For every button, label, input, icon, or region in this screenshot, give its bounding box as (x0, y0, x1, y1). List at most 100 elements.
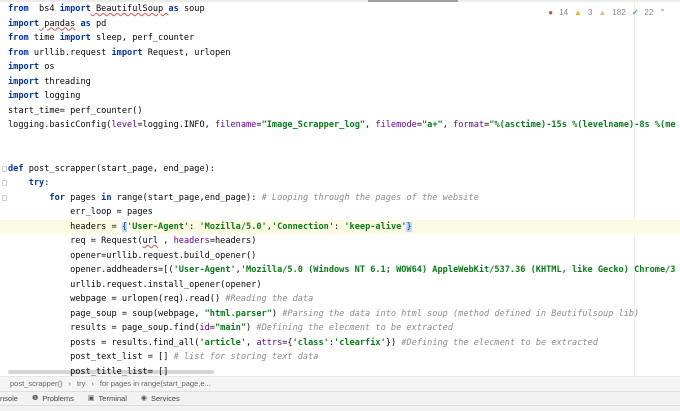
fold-marker-icon[interactable] (2, 180, 7, 186)
code-token: import (111, 47, 143, 58)
code-token: page_soup = soup(webpage, (8, 308, 205, 319)
code-token: pandas (39, 18, 76, 29)
code-token: : (334, 221, 345, 232)
code-token: "Image_Scrapper_log" (261, 120, 366, 130)
code-line[interactable]: import logging (0, 89, 680, 104)
code-token: import (8, 18, 40, 29)
code-token: 'class' (292, 337, 329, 348)
services-icon: ◉ (140, 394, 147, 402)
code-line[interactable]: start_time= perf_counter() (0, 104, 680, 119)
code-token: post_title_list= [] (8, 366, 169, 377)
code-token: import (59, 33, 91, 43)
code-token: 'User-Agent' (127, 221, 190, 232)
code-token: filemode (375, 120, 417, 130)
code-token: 'clearfix' (334, 337, 386, 348)
code-token: post_text_list = [] (8, 352, 174, 362)
code-token: pd (90, 18, 107, 29)
tool-label: Terminal (98, 393, 127, 403)
code-editor[interactable]: ● 14 ▲ 3 ▲ 182 ✓ 22 ⌃ from bs4 import Beauti… (0, 2, 680, 376)
code-token: 'Mozilla/5.0' (199, 221, 267, 232)
code-token: "a+" (422, 120, 443, 130)
tool-problems[interactable]: ❶ Problems (32, 392, 74, 405)
code-token: time (28, 33, 60, 43)
code-line[interactable]: try: (0, 176, 680, 191)
code-token: headers = (8, 221, 122, 232)
code-token: }) (385, 337, 402, 348)
code-token: opener.addheaders=[( (8, 265, 174, 275)
code-token: #Reading the data (225, 294, 314, 304)
code-token: } (406, 221, 412, 232)
code-token: import (8, 62, 40, 72)
code-token: req = Request( (8, 236, 143, 246)
code-line[interactable]: def post_scrapper(start_page, end_page): (0, 162, 680, 177)
code-line[interactable]: urllib.request.install_opener(opener) (0, 278, 680, 293)
code-token: webpage = urlopen(req).read() (8, 294, 226, 304)
tool-terminal[interactable]: ▣ Terminal (88, 392, 127, 405)
code-token: filename (214, 120, 257, 130)
code-token: range(start_page,end_page): (111, 192, 262, 203)
code-line[interactable]: from bs4 import BeautifulSoup as soup (0, 2, 680, 17)
code-token: posts = results.find_all( (8, 337, 200, 348)
code-token: def (8, 163, 24, 174)
code-line[interactable]: for pages in range(start_page,end_page):… (0, 191, 680, 206)
code-line[interactable]: page_soup = soup(webpage, "html.parser")… (0, 307, 680, 322)
code-line[interactable]: from urllib.request import Request, urlo… (0, 46, 680, 61)
code-token: # Looping through the pages of the websi… (261, 192, 479, 203)
code-line[interactable]: import threading (0, 75, 680, 90)
breadcrumb-try[interactable]: try (77, 377, 85, 391)
code-token: 'User-Agent' (173, 265, 236, 275)
code-token: level (111, 120, 138, 130)
code-token: in (101, 192, 112, 203)
code-line[interactable]: err_loop = pages (0, 205, 680, 220)
code-token: =logging.INFO, (137, 120, 215, 130)
code-token: 'Mozilla/5.0 (Windows NT 6.1; WOW64) App… (240, 265, 676, 275)
code-token: attrs (256, 337, 283, 348)
code-line[interactable]: from time import sleep, perf_counter (0, 31, 680, 46)
code-line[interactable]: post_text_list = [] # list for storing t… (0, 350, 680, 365)
code-line[interactable]: opener.addheaders=[('User-Agent','Mozill… (0, 263, 680, 278)
code-line[interactable]: posts = results.find_all('article', attr… (0, 336, 680, 351)
code-token: #Defining the elecment to be extracted (256, 323, 453, 333)
code-line[interactable]: req = Request(url , headers=headers) (0, 234, 680, 249)
code-token: import (8, 76, 40, 87)
code-token: logging (39, 91, 81, 101)
tool-label: Services (150, 393, 180, 403)
code-token: 'article' (199, 337, 247, 348)
code-token: 'Connection' (271, 221, 335, 232)
code-token: start_time= perf_counter() (8, 105, 143, 116)
code-token: , (158, 236, 174, 246)
code-line[interactable]: opener=urllib.request.build_opener() (0, 249, 680, 264)
tool-console[interactable]: nsole (0, 392, 18, 405)
code-line[interactable]: results = page_soup.find(id="main") #Def… (0, 321, 680, 336)
code-token: pages (64, 192, 102, 203)
code-token: urllib.request.install_opener(opener) (8, 279, 262, 290)
code-line[interactable] (0, 133, 680, 148)
fold-marker-icon[interactable] (2, 194, 7, 201)
tool-services[interactable]: ◉ Services (141, 392, 180, 405)
code-line[interactable]: logging.basicConfig(level=logging.INFO, … (0, 118, 680, 133)
code-line[interactable]: post_title_list= [] (0, 365, 680, 377)
code-token: 'keep-alive' (344, 221, 407, 232)
code-token: "main" (214, 323, 247, 333)
code-line[interactable]: webpage = urlopen(req).read() #Reading t… (0, 292, 680, 307)
code-token: urllib.request (28, 47, 112, 58)
code-token: as (168, 4, 179, 14)
fold-marker-icon[interactable] (2, 165, 7, 172)
code-token: : (189, 221, 200, 232)
code-line[interactable] (0, 147, 680, 162)
code-line[interactable]: headers = {'User-Agent': 'Mozilla/5.0','… (0, 219, 680, 234)
code-token: as (80, 18, 91, 29)
code-token: "%(asctime)-15s %(levelname)-8s %(me (489, 120, 676, 130)
code-token: sleep, perf_counter (90, 33, 195, 43)
breadcrumb-for[interactable]: for pages in range(start_page,e... (100, 377, 211, 391)
chevron-right-icon: › (68, 379, 72, 388)
code-token: #Defining the elecment to be extracted (401, 337, 598, 348)
code-token: url (142, 236, 159, 246)
code-line[interactable]: import os (0, 60, 680, 75)
tool-window-bar: nsole ❶ Problems ▣ Terminal ◉ Services (0, 391, 680, 406)
breadcrumb-function[interactable]: post_scrapper() (10, 377, 63, 391)
code-token: opener=urllib.request.build_opener() (8, 250, 257, 261)
tool-label: nsole (0, 393, 18, 403)
code-line[interactable]: import pandas as pd (0, 17, 680, 32)
